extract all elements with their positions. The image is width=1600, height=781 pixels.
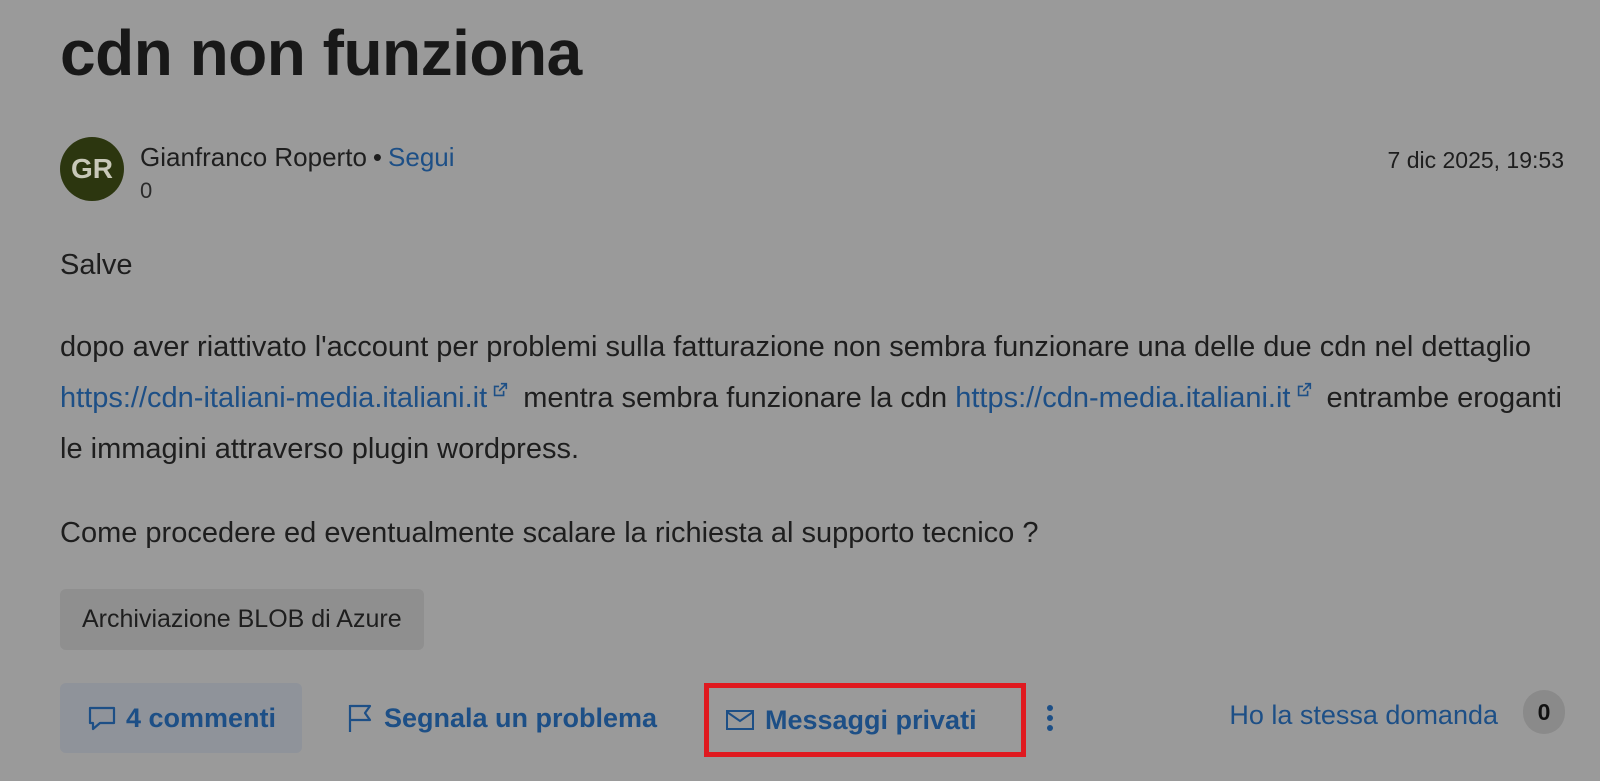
cdn-link-1[interactable]: https://cdn-italiani-media.italiani.it bbox=[60, 382, 515, 414]
separator-dot: • bbox=[372, 142, 383, 172]
author-name[interactable]: Gianfranco Roperto bbox=[140, 142, 367, 172]
author-reputation: 0 bbox=[140, 178, 153, 203]
mail-icon bbox=[726, 710, 754, 730]
cdn-link-1-text: https://cdn-italiani-media.italiani.it bbox=[60, 382, 488, 414]
external-link-icon bbox=[1297, 382, 1311, 397]
private-messages-button[interactable]: Messaggi privati bbox=[704, 683, 1026, 757]
post-timestamp: 7 dic 2025, 19:53 bbox=[1387, 147, 1564, 173]
report-problem-button[interactable]: Segnala un problema bbox=[346, 683, 657, 753]
comment-icon bbox=[88, 706, 116, 731]
more-options-button[interactable] bbox=[1040, 683, 1060, 753]
body-text-part1: dopo aver riattivato l'account per probl… bbox=[60, 331, 1531, 363]
cdn-link-2-text: https://cdn-media.italiani.it bbox=[955, 382, 1291, 414]
post-greeting: Salve bbox=[60, 249, 133, 281]
follow-link[interactable]: Segui bbox=[388, 142, 455, 172]
external-link-icon bbox=[493, 382, 508, 397]
post-question: Come procedere ed eventualmente scalare … bbox=[60, 517, 1039, 549]
flag-icon bbox=[348, 704, 372, 732]
comments-label: 4 commenti bbox=[125, 702, 277, 733]
question-page: cdn non funziona GR Gianfranco Roperto • S… bbox=[0, 0, 1600, 781]
post-body-paragraph: dopo aver riattivato l'account per probl… bbox=[60, 322, 1570, 475]
more-vertical-icon bbox=[1047, 705, 1053, 731]
tag-azure-blob[interactable]: Archiviazione BLOB di Azure bbox=[60, 589, 424, 650]
same-question-count-badge: 0 bbox=[1523, 690, 1565, 734]
report-problem-label: Segnala un problema bbox=[384, 702, 658, 733]
comments-button[interactable]: 4 commenti bbox=[60, 683, 302, 753]
private-messages-label: Messaggi privati bbox=[765, 704, 977, 735]
body-text-part2: mentra sembra funzionare la cdn bbox=[515, 382, 956, 414]
avatar[interactable]: GR bbox=[60, 137, 124, 201]
author-line: Gianfranco Roperto • Segui bbox=[140, 141, 455, 173]
cdn-link-2[interactable]: https://cdn-media.italiani.it bbox=[955, 382, 1318, 414]
page-title: cdn non funziona bbox=[60, 17, 582, 89]
same-question-button[interactable]: Ho la stessa domanda bbox=[1229, 697, 1498, 733]
